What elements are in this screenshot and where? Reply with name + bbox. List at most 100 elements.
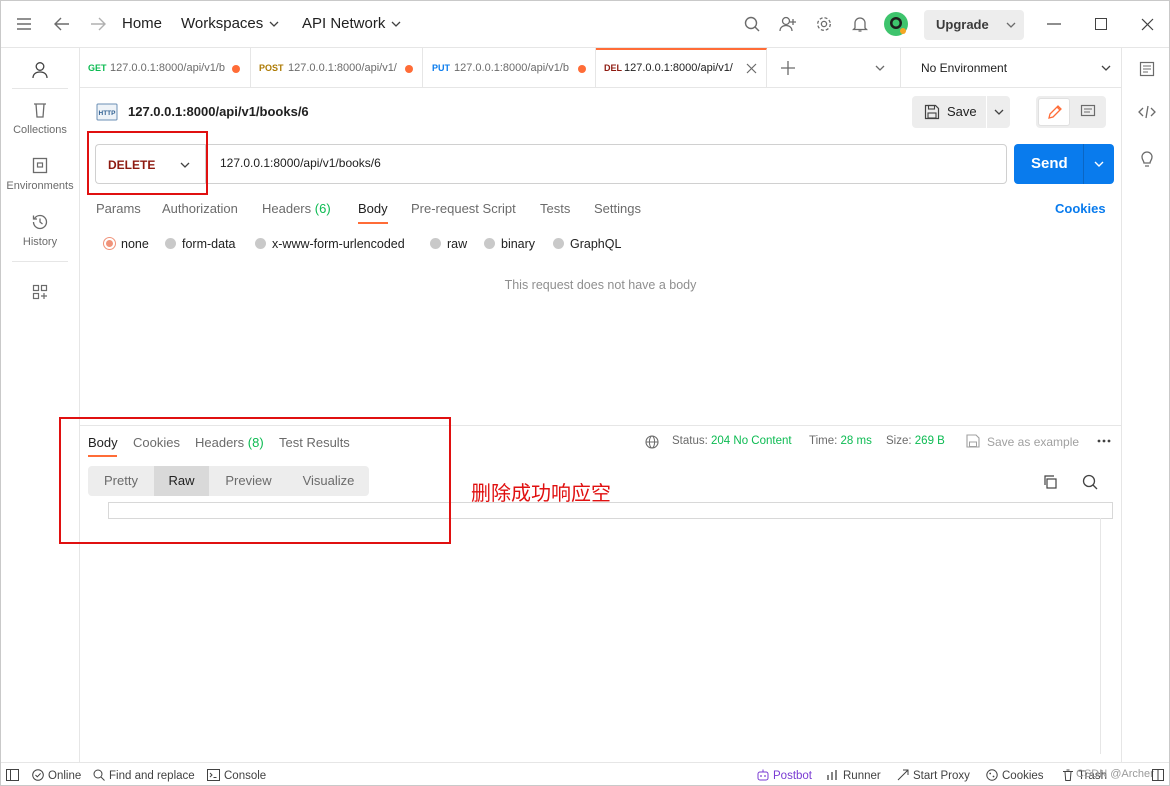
forward-arrow-icon[interactable] — [88, 14, 108, 34]
tab-prerequest-script[interactable]: Pre-request Script — [411, 201, 516, 216]
sidebar-item-environments[interactable]: Environments — [0, 156, 80, 192]
maximize-icon[interactable] — [1091, 14, 1111, 34]
sidebar-item-collections[interactable]: Collections — [0, 100, 80, 136]
radio-raw[interactable]: raw — [430, 237, 467, 251]
bell-icon[interactable] — [850, 14, 870, 34]
api-network-menu[interactable]: API Network — [302, 15, 401, 32]
settings-gear-icon[interactable] — [814, 14, 834, 34]
response-time[interactable]: Time: 28 ms — [809, 435, 872, 447]
back-arrow-icon[interactable] — [52, 14, 72, 34]
avatar[interactable] — [884, 12, 908, 36]
radio-dot — [255, 238, 266, 249]
response-status[interactable]: Status: 204 No Content — [672, 435, 792, 447]
tab-params[interactable]: Params — [96, 201, 141, 216]
close-icon[interactable] — [1137, 14, 1157, 34]
annotation-box-response — [59, 417, 451, 544]
tab-delete[interactable]: DEL 127.0.0.1:8000/api/v1/ — [596, 48, 767, 88]
globe-icon[interactable] — [645, 435, 659, 449]
start-proxy-button[interactable]: Start Proxy — [897, 769, 970, 782]
url-input[interactable] — [220, 156, 980, 170]
tab-post[interactable]: POST 127.0.0.1:8000/api/v1/ — [251, 48, 423, 88]
home-link[interactable]: Home — [122, 15, 162, 32]
radio-label: form-data — [182, 237, 236, 251]
postbot-button[interactable]: Postbot — [757, 769, 812, 782]
sidebar-item-configure[interactable] — [0, 282, 80, 306]
radio-dot — [430, 238, 441, 249]
runner-icon — [827, 770, 837, 780]
radio-none[interactable]: none — [103, 237, 149, 251]
tab-put[interactable]: PUT 127.0.0.1:8000/api/v1/b — [423, 48, 596, 88]
unsaved-dot — [578, 65, 586, 73]
headers-count: (6) — [314, 201, 331, 216]
sidebar-item-label: History — [22, 236, 58, 248]
top-bar: Home Workspaces API Network Upgrade — [0, 0, 1170, 48]
radio-label: raw — [447, 237, 468, 251]
radio-form-data[interactable]: form-data — [165, 237, 236, 251]
url-field[interactable] — [205, 144, 1007, 184]
environment-selector[interactable]: No Environment — [900, 48, 1121, 88]
history-icon — [30, 212, 50, 232]
toggle-sidebar-icon[interactable] — [6, 769, 19, 781]
radio-label: binary — [501, 237, 536, 251]
workspaces-menu[interactable]: Workspaces — [181, 15, 279, 32]
online-status[interactable]: Online — [32, 769, 81, 782]
radio-dot — [553, 238, 564, 249]
invite-user-icon[interactable] — [778, 14, 798, 34]
status-value: 204 No Content — [711, 435, 792, 447]
radio-label: GraphQL — [570, 237, 622, 251]
upgrade-button[interactable]: Upgrade — [924, 10, 1024, 40]
cookies-button[interactable]: Cookies — [986, 769, 1044, 782]
cookie-icon — [986, 769, 998, 781]
code-icon[interactable] — [1137, 102, 1157, 122]
radio-x-www-form-urlencoded[interactable]: x-www-form-urlencoded — [255, 237, 405, 251]
edit-mode-button[interactable] — [1038, 98, 1070, 126]
save-button[interactable]: Save — [912, 96, 1010, 128]
postbot-icon — [757, 769, 769, 781]
menu-icon[interactable] — [14, 14, 34, 34]
find-replace-label: Find and replace — [109, 770, 195, 782]
find-replace-button[interactable]: Find and replace — [93, 769, 195, 782]
request-name[interactable]: 127.0.0.1:8000/api/v1/books/6 — [128, 104, 309, 119]
active-tab-indicator — [358, 222, 388, 224]
sidebar-item-history[interactable]: History — [0, 212, 80, 248]
tab-headers[interactable]: Headers (6) — [262, 201, 331, 216]
save-as-example-button[interactable]: Save as example — [987, 435, 1079, 449]
runner-button[interactable]: Runner — [827, 769, 881, 782]
radio-label: x-www-form-urlencoded — [272, 237, 405, 251]
radio-binary[interactable]: binary — [484, 237, 535, 251]
tab-method: GET — [88, 63, 107, 73]
radio-graphql[interactable]: GraphQL — [553, 237, 621, 251]
tab-authorization[interactable]: Authorization — [162, 201, 238, 216]
comment-icon[interactable] — [1080, 104, 1096, 120]
tab-body[interactable]: Body — [358, 201, 388, 216]
send-button[interactable]: Send — [1014, 144, 1114, 184]
cookies-link[interactable]: Cookies — [1055, 201, 1106, 216]
response-size[interactable]: Size: 269 B — [886, 435, 945, 447]
upgrade-label: Upgrade — [936, 17, 989, 32]
radio-label: none — [121, 237, 149, 251]
api-network-label: API Network — [302, 15, 386, 32]
environment-quick-look-icon[interactable] — [1137, 59, 1157, 79]
chevron-down-icon[interactable] — [1094, 161, 1104, 167]
search-icon[interactable] — [1082, 474, 1098, 490]
tabs-overflow-chevron-icon[interactable] — [870, 58, 890, 78]
console-icon — [207, 769, 220, 781]
layout-icon[interactable] — [1152, 769, 1164, 781]
close-tab-icon[interactable] — [746, 63, 757, 74]
minimize-icon[interactable] — [1044, 14, 1064, 34]
more-options-icon[interactable] — [1097, 439, 1111, 443]
account-item[interactable] — [0, 60, 80, 84]
status-bar: Online Find and replace Console Postbot … — [0, 762, 1170, 786]
console-button[interactable]: Console — [207, 769, 266, 782]
tab-get[interactable]: GET 127.0.0.1:8000/api/v1/b — [80, 48, 251, 88]
add-apps-icon — [30, 282, 50, 302]
new-tab-plus-icon[interactable] — [778, 58, 798, 78]
chevron-down-icon[interactable] — [994, 109, 1004, 115]
tab-method: PUT — [432, 63, 450, 73]
copy-icon[interactable] — [1042, 474, 1058, 490]
search-icon[interactable] — [742, 14, 762, 34]
tab-settings[interactable]: Settings — [594, 201, 641, 216]
lightbulb-icon[interactable] — [1137, 150, 1157, 170]
tab-tests[interactable]: Tests — [540, 201, 570, 216]
annotation-text: 删除成功响应空 — [471, 483, 611, 505]
